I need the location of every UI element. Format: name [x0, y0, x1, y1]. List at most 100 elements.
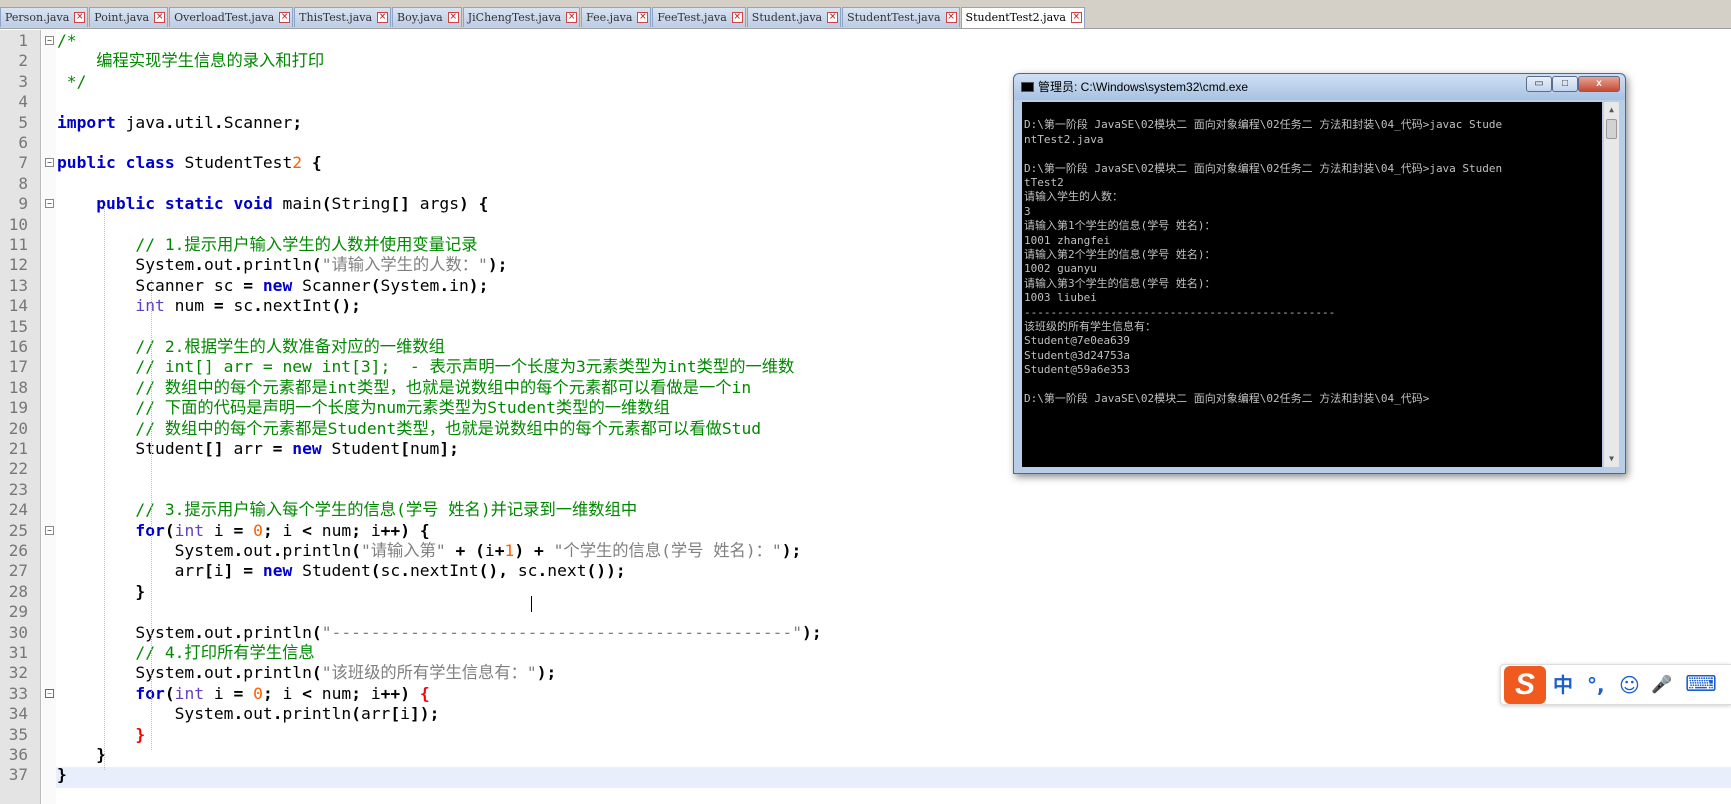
ime-chinese-mode-button[interactable]: 中 — [1553, 671, 1573, 699]
tab-overloadtest-java[interactable]: OverloadTest.java × — [169, 7, 294, 27]
code-line[interactable]: } — [57, 724, 145, 745]
tab-studenttest2-java[interactable]: StudentTest2.java × — [960, 7, 1085, 28]
code-line[interactable]: // 下面的代码是声明一个长度为num元素类型为Student类型的一维数组 — [57, 397, 669, 418]
fold-toggle-icon[interactable]: − — [45, 688, 54, 698]
code-line[interactable]: } — [57, 581, 145, 602]
code-line[interactable]: System.out.println("--------------------… — [57, 622, 821, 643]
cmd-title-bar[interactable]: 管理员: C:\Windows\system32\cmd.exe ▭ □ x — [1014, 74, 1625, 100]
console-line: D:\第一阶段 JavaSE\02模块二 面向对象编程\02任务二 方法和封装\… — [1024, 392, 1430, 405]
code-line[interactable]: System.out.println(arr[i]); — [57, 703, 440, 724]
line-number: 21 — [8, 439, 28, 458]
tab-studenttest-java[interactable]: StudentTest.java × — [842, 7, 960, 27]
tab-close-icon[interactable]: × — [279, 12, 291, 23]
line-number: 14 — [8, 296, 28, 316]
fold-toggle-icon[interactable]: − — [45, 158, 54, 168]
line-number: 3 — [18, 71, 28, 91]
code-line[interactable]: for(int i = 0; i < num; i++) { — [57, 683, 429, 704]
cmd-scrollbar[interactable]: ▲ ▼ — [1603, 102, 1619, 467]
microphone-icon[interactable]: 🎤 — [1651, 671, 1672, 699]
fold-toggle-icon[interactable]: − — [45, 199, 54, 209]
code-line[interactable]: public static void main(String[] args) { — [57, 193, 488, 214]
line-number: 11 — [8, 235, 28, 254]
line-number: 5 — [18, 112, 28, 132]
tab-close-icon[interactable]: × — [154, 12, 166, 23]
scroll-down-arrow-icon[interactable]: ▼ — [1604, 451, 1619, 467]
tab-label: StudentTest2.java — [965, 11, 1066, 24]
code-line[interactable]: */ — [57, 71, 87, 92]
close-button[interactable]: x — [1578, 76, 1620, 92]
console-line: D:\第一阶段 JavaSE\02模块二 面向对象编程\02任务二 方法和封装\… — [1024, 161, 1503, 175]
code-line[interactable]: // 3.提示用户输入每个学生的信息(学号 姓名)并记录到一维数组中 — [57, 499, 637, 520]
code-line[interactable]: import java.util.Scanner; — [57, 112, 302, 133]
code-line[interactable]: // 1.提示用户输入学生的人数并使用变量记录 — [57, 234, 477, 255]
cmd-window[interactable]: 管理员: C:\Windows\system32\cmd.exe ▭ □ x D… — [1013, 73, 1626, 474]
code-line[interactable]: /* — [57, 30, 77, 51]
tab-close-icon[interactable]: × — [827, 12, 839, 23]
minimize-button[interactable]: ▭ — [1526, 76, 1552, 92]
tab-close-icon[interactable]: × — [377, 12, 389, 23]
console-line: 请输入第3个学生的信息(学号 姓名)： — [1024, 276, 1216, 290]
console-line: 1003 liubei — [1024, 291, 1097, 305]
code-line[interactable]: public class StudentTest2 { — [57, 152, 322, 173]
tab-close-icon[interactable]: × — [945, 12, 957, 23]
console-line: tTest2 — [1024, 176, 1064, 189]
tab-label: ThisTest.java — [299, 11, 373, 24]
emoji-icon[interactable]: ☺ — [1619, 671, 1640, 699]
code-line[interactable]: // 4.打印所有学生信息 — [57, 642, 314, 663]
tab-close-icon[interactable]: × — [566, 12, 578, 23]
tab-feetest-java[interactable]: FeeTest.java × — [652, 7, 746, 27]
line-number: 27 — [8, 561, 28, 581]
tab-student-java[interactable]: Student.java × — [746, 7, 842, 27]
tab-label: Point.java — [94, 11, 150, 24]
code-line[interactable]: // int[] arr = new int[3]; - 表示声明一个长度为3元… — [57, 356, 794, 377]
keyboard-icon[interactable]: ⌨ — [1685, 671, 1717, 699]
line-number: 4 — [18, 92, 28, 112]
tab-boy-java[interactable]: Boy.java × — [392, 7, 462, 27]
line-number: 17 — [8, 357, 28, 377]
maximize-button[interactable]: □ — [1552, 76, 1578, 92]
cmd-title-text: 管理员: C:\Windows\system32\cmd.exe — [1038, 80, 1249, 94]
tab-close-icon[interactable]: × — [74, 12, 86, 23]
line-number: 34 — [8, 704, 28, 724]
code-line[interactable]: System.out.println("请输入第" + (i+1) + "个学生… — [57, 540, 802, 561]
tab-close-icon[interactable]: × — [1070, 12, 1082, 23]
line-number: 32 — [8, 663, 28, 683]
code-line[interactable]: } — [57, 764, 67, 785]
tab-close-icon[interactable]: × — [637, 12, 649, 23]
ime-toolbar[interactable]: S 中 °, ☺ 🎤 ⌨ — [1500, 664, 1731, 705]
code-line[interactable]: int num = sc.nextInt(); — [57, 295, 361, 316]
fold-toggle-icon[interactable]: − — [45, 36, 54, 45]
tab-thistest-java[interactable]: ThisTest.java × — [294, 7, 392, 27]
scroll-up-arrow-icon[interactable]: ▲ — [1604, 102, 1619, 118]
ime-punctuation-button[interactable]: °, — [1587, 671, 1605, 699]
line-number: 25 — [8, 520, 28, 540]
code-line[interactable]: // 2.根据学生的人数准备对应的一维数组 — [57, 336, 445, 357]
code-line[interactable]: 编程实现学生信息的录入和打印 — [57, 50, 324, 71]
sogou-logo-icon[interactable]: S — [1504, 666, 1546, 704]
code-line[interactable]: } — [57, 744, 106, 765]
scroll-thumb[interactable] — [1606, 119, 1617, 139]
fold-toggle-icon[interactable]: − — [45, 525, 54, 535]
tab-jichengtest-java[interactable]: JiChengTest.java × — [462, 7, 581, 27]
code-line[interactable]: arr[i] = new Student(sc.nextInt(), sc.ne… — [57, 560, 626, 581]
code-line[interactable]: Student[] arr = new Student[num]; — [57, 438, 459, 459]
tab-fee-java[interactable]: Fee.java × — [581, 7, 652, 27]
tab-point-java[interactable]: Point.java × — [89, 7, 169, 27]
code-line[interactable]: for(int i = 0; i < num; i++) { — [57, 520, 429, 541]
code-line[interactable]: Scanner sc = new Scanner(System.in); — [57, 275, 488, 296]
tab-person-java[interactable]: Person.java × — [0, 7, 89, 27]
line-number: 31 — [8, 643, 28, 662]
tab-label: StudentTest.java — [847, 11, 941, 24]
tab-close-icon[interactable]: × — [447, 12, 459, 23]
console-line: Student@7e0ea639 — [1024, 334, 1130, 348]
tab-close-icon[interactable]: × — [731, 12, 743, 23]
code-line[interactable]: System.out.println("该班级的所有学生信息有："); — [57, 662, 556, 683]
tab-label: JiChengTest.java — [467, 11, 562, 24]
indent-guide — [104, 206, 105, 770]
cmd-console-output[interactable]: D:\第一阶段 JavaSE\02模块二 面向对象编程\02任务二 方法和封装\… — [1022, 102, 1602, 467]
code-line[interactable]: // 数组中的每个元素都是int类型，也就是说数组中的每个元素都可以看做是一个i… — [57, 377, 751, 398]
line-number: 35 — [8, 724, 28, 744]
code-line[interactable]: System.out.println("请输入学生的人数："); — [57, 254, 507, 275]
line-number: 22 — [8, 459, 28, 479]
code-line[interactable]: // 数组中的每个元素都是Student类型，也就是说数组中的每个元素都可以看做… — [57, 418, 761, 439]
